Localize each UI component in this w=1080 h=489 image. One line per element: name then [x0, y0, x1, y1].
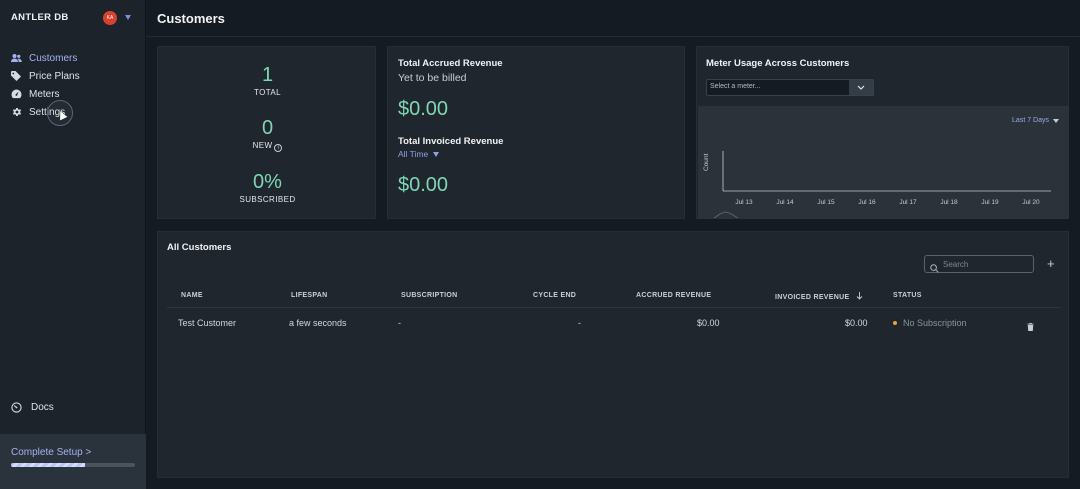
sidebar-item-label: Price Plans	[29, 70, 80, 82]
meter-select[interactable]: Select a meter...	[706, 79, 874, 96]
meter-usage-chart: Last 7 Days Count Jul 13 Jul 14 Jul 15 Jul …	[698, 106, 1069, 219]
x-tick-label: Jul 17	[899, 199, 917, 206]
meter-select-placeholder: Select a meter...	[710, 83, 761, 90]
status-dot	[893, 321, 897, 325]
setup-progress-fill	[11, 463, 86, 467]
cell-subscription: -	[398, 318, 401, 328]
accrued-revenue-amount: $0.00	[398, 98, 449, 120]
stat-total-value: 1	[261, 64, 274, 86]
docs-label: Docs	[31, 402, 54, 413]
x-tick-labels: Jul 13 Jul 14 Jul 15 Jul 16 Jul 17 Jul 18 Jul …	[735, 199, 1040, 206]
avatar[interactable]: KA	[103, 11, 117, 25]
revenue-card: Total Accrued Revenue Yet to be billed $…	[387, 46, 685, 219]
column-header-lifespan[interactable]: LIFESPAN	[291, 292, 328, 299]
x-tick-label: Jul 13	[735, 199, 753, 206]
chart-brush-sparkline	[713, 211, 739, 219]
page-title: Customers	[157, 11, 225, 26]
search-field[interactable]	[924, 255, 1034, 273]
stat-subscribed-value: 0%	[253, 171, 282, 193]
x-tick-label: Jul 15	[817, 199, 835, 206]
add-customer-button[interactable]: +	[1047, 256, 1055, 271]
accrued-revenue-title: Total Accrued Revenue	[398, 58, 503, 69]
stat-new-label: NEW	[252, 141, 273, 150]
x-tick-label: Jul 14	[776, 199, 794, 206]
sidebar-item-meters[interactable]: Meters	[11, 85, 80, 103]
x-tick-label: Jul 20	[1022, 199, 1040, 206]
table-header-divider	[167, 307, 1061, 308]
dashboard-icon	[11, 402, 22, 413]
meter-usage-title: Meter Usage Across Customers	[706, 58, 850, 69]
chart-axes: Jul 13 Jul 14 Jul 15 Jul 16 Jul 17 Jul 18 Jul …	[713, 151, 1051, 219]
caret-down-icon	[433, 151, 440, 157]
search-input[interactable]	[943, 258, 1031, 270]
x-tick-label: Jul 16	[858, 199, 876, 206]
accrued-revenue-subtitle: Yet to be billed	[398, 72, 467, 84]
sidebar: ANTLER DB KA Customers Price Plans Meter…	[0, 0, 146, 489]
complete-setup-panel[interactable]: Complete Setup >	[0, 434, 146, 489]
invoiced-revenue-amount: $0.00	[398, 174, 449, 196]
stat-new: 0 NEW i	[158, 117, 377, 152]
arrow-down-icon	[856, 292, 863, 300]
column-header-status[interactable]: STATUS	[893, 292, 922, 299]
invoiced-time-filter-label: All Time	[398, 149, 429, 159]
all-customers-title: All Customers	[167, 242, 232, 253]
column-header-accrued-revenue[interactable]: ACCRUED REVENUE	[636, 292, 711, 299]
stat-subscribed-label: SUBSCRIBED	[239, 195, 296, 204]
info-icon[interactable]: i	[274, 144, 283, 152]
sidebar-item-price-plans[interactable]: Price Plans	[11, 67, 80, 85]
invoiced-time-filter[interactable]: All Time	[398, 149, 440, 159]
cell-status: No Subscription	[903, 318, 967, 328]
all-customers-card: All Customers + NAME LIFESPAN SUBSCRIPTI…	[157, 231, 1069, 478]
meter-usage-card: Meter Usage Across Customers Select a me…	[696, 46, 1069, 219]
cell-name[interactable]: Test Customer	[178, 318, 236, 328]
x-tick-label: Jul 18	[940, 199, 958, 206]
gauge-icon	[11, 89, 22, 100]
column-header-invoiced-revenue-label: INVOICED REVENUE	[775, 294, 850, 301]
stat-total-label: TOTAL	[253, 88, 282, 97]
search-icon	[930, 260, 939, 278]
column-header-invoiced-revenue[interactable]: INVOICED REVENUE	[775, 292, 863, 301]
trash-icon[interactable]	[1027, 318, 1034, 336]
sidebar-item-label: Customers	[29, 52, 78, 64]
column-header-name[interactable]: NAME	[181, 292, 203, 299]
docs-link[interactable]: Docs	[11, 402, 54, 413]
cell-accrued-revenue: $0.00	[697, 318, 720, 328]
customer-stats-card: 1 TOTAL 0 NEW i 0% SUBSCRIBED	[157, 46, 376, 219]
x-tick-label: Jul 19	[981, 199, 999, 206]
stat-subscribed: 0% SUBSCRIBED	[158, 171, 377, 204]
cell-lifespan: a few seconds	[289, 318, 347, 328]
chevron-down-icon[interactable]	[125, 15, 131, 20]
gear-icon	[11, 107, 22, 118]
cell-invoiced-revenue: $0.00	[845, 318, 868, 328]
sidebar-item-label: Meters	[29, 88, 60, 100]
column-header-subscription[interactable]: SUBSCRIPTION	[401, 292, 458, 299]
stat-total: 1 TOTAL	[158, 64, 377, 97]
complete-setup-link[interactable]: Complete Setup >	[11, 447, 91, 458]
sidebar-item-customers[interactable]: Customers	[11, 49, 80, 67]
setup-progress-bar	[11, 463, 135, 467]
cell-cycle-end: -	[578, 318, 581, 328]
brand-name[interactable]: ANTLER DB	[11, 12, 69, 23]
chevron-down-icon[interactable]	[849, 80, 873, 95]
page-header: Customers	[146, 0, 1080, 37]
stat-new-label-row: NEW i	[158, 141, 377, 152]
column-header-cycle-end[interactable]: CYCLE END	[533, 292, 576, 299]
tag-icon	[11, 71, 22, 82]
stat-new-value: 0	[261, 117, 274, 139]
invoiced-revenue-title: Total Invoiced Revenue	[398, 136, 504, 147]
users-icon	[11, 53, 22, 64]
